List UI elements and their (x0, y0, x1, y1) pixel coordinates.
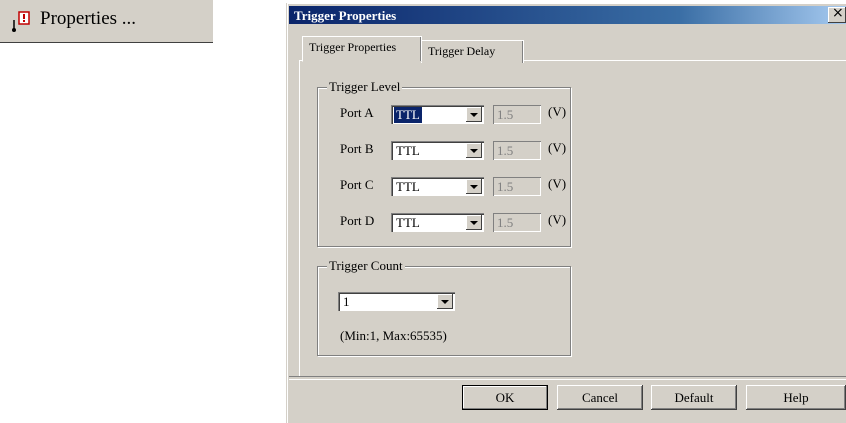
dialog-title: Trigger Properties (294, 8, 397, 23)
cancel-button[interactable]: Cancel (557, 385, 643, 410)
port-d-voltage-input[interactable]: 1.5 (493, 213, 541, 232)
port-c-type-value: TTL (396, 179, 420, 194)
port-d-type-value: TTL (396, 215, 420, 230)
ok-button[interactable]: OK (462, 385, 548, 410)
port-d-unit: (V) (548, 212, 567, 227)
trigger-properties-icon (12, 11, 30, 32)
port-a-label: Port A (340, 105, 374, 120)
tab-trigger-delay[interactable]: Trigger Delay (421, 40, 524, 63)
button-divider (289, 376, 846, 380)
trigger-count-value: 1 (343, 294, 350, 309)
port-a-voltage-input[interactable]: 1.5 (493, 105, 541, 124)
port-b-unit: (V) (548, 140, 567, 155)
port-b-voltage-input[interactable]: 1.5 (493, 141, 541, 160)
port-a-type-select[interactable]: TTL (391, 105, 484, 124)
trigger-level-title: Trigger Level (327, 79, 403, 95)
port-d-voltage-value: 1.5 (497, 215, 514, 230)
tab-label: Trigger Delay (428, 44, 496, 58)
port-b-label: Port B (340, 141, 374, 156)
port-c-voltage-value: 1.5 (497, 179, 514, 194)
port-b-type-select[interactable]: TTL (391, 141, 484, 160)
chevron-down-icon[interactable] (466, 179, 482, 194)
port-d-type-select[interactable]: TTL (391, 213, 484, 232)
trigger-count-title: Trigger Count (327, 258, 405, 274)
chevron-down-icon[interactable] (437, 294, 453, 309)
chevron-down-icon[interactable] (466, 143, 482, 158)
close-button[interactable]: × (828, 5, 846, 23)
properties-menu-item[interactable]: Properties ... (0, 0, 213, 43)
port-c-voltage-input[interactable]: 1.5 (493, 177, 541, 196)
properties-menu-label: Properties ... (40, 8, 137, 29)
port-a-type-value: TTL (394, 107, 422, 123)
port-c-type-select[interactable]: TTL (391, 177, 484, 196)
port-b-type-value: TTL (396, 143, 420, 158)
close-icon: × (832, 5, 844, 21)
port-b-voltage-value: 1.5 (497, 143, 514, 158)
port-d-label: Port D (340, 213, 375, 228)
chevron-down-icon[interactable] (466, 215, 482, 230)
default-button[interactable]: Default (651, 385, 737, 410)
port-a-unit: (V) (548, 104, 567, 119)
trigger-count-select[interactable]: 1 (338, 292, 455, 311)
tab-label: Trigger Properties (309, 40, 397, 54)
trigger-count-range-note: (Min:1, Max:65535) (340, 328, 447, 343)
help-button[interactable]: Help (746, 385, 846, 410)
port-c-label: Port C (340, 177, 374, 192)
port-c-unit: (V) (548, 176, 567, 191)
port-a-voltage-value: 1.5 (497, 107, 514, 122)
tab-trigger-properties[interactable]: Trigger Properties (302, 36, 422, 62)
chevron-down-icon[interactable] (466, 107, 482, 122)
